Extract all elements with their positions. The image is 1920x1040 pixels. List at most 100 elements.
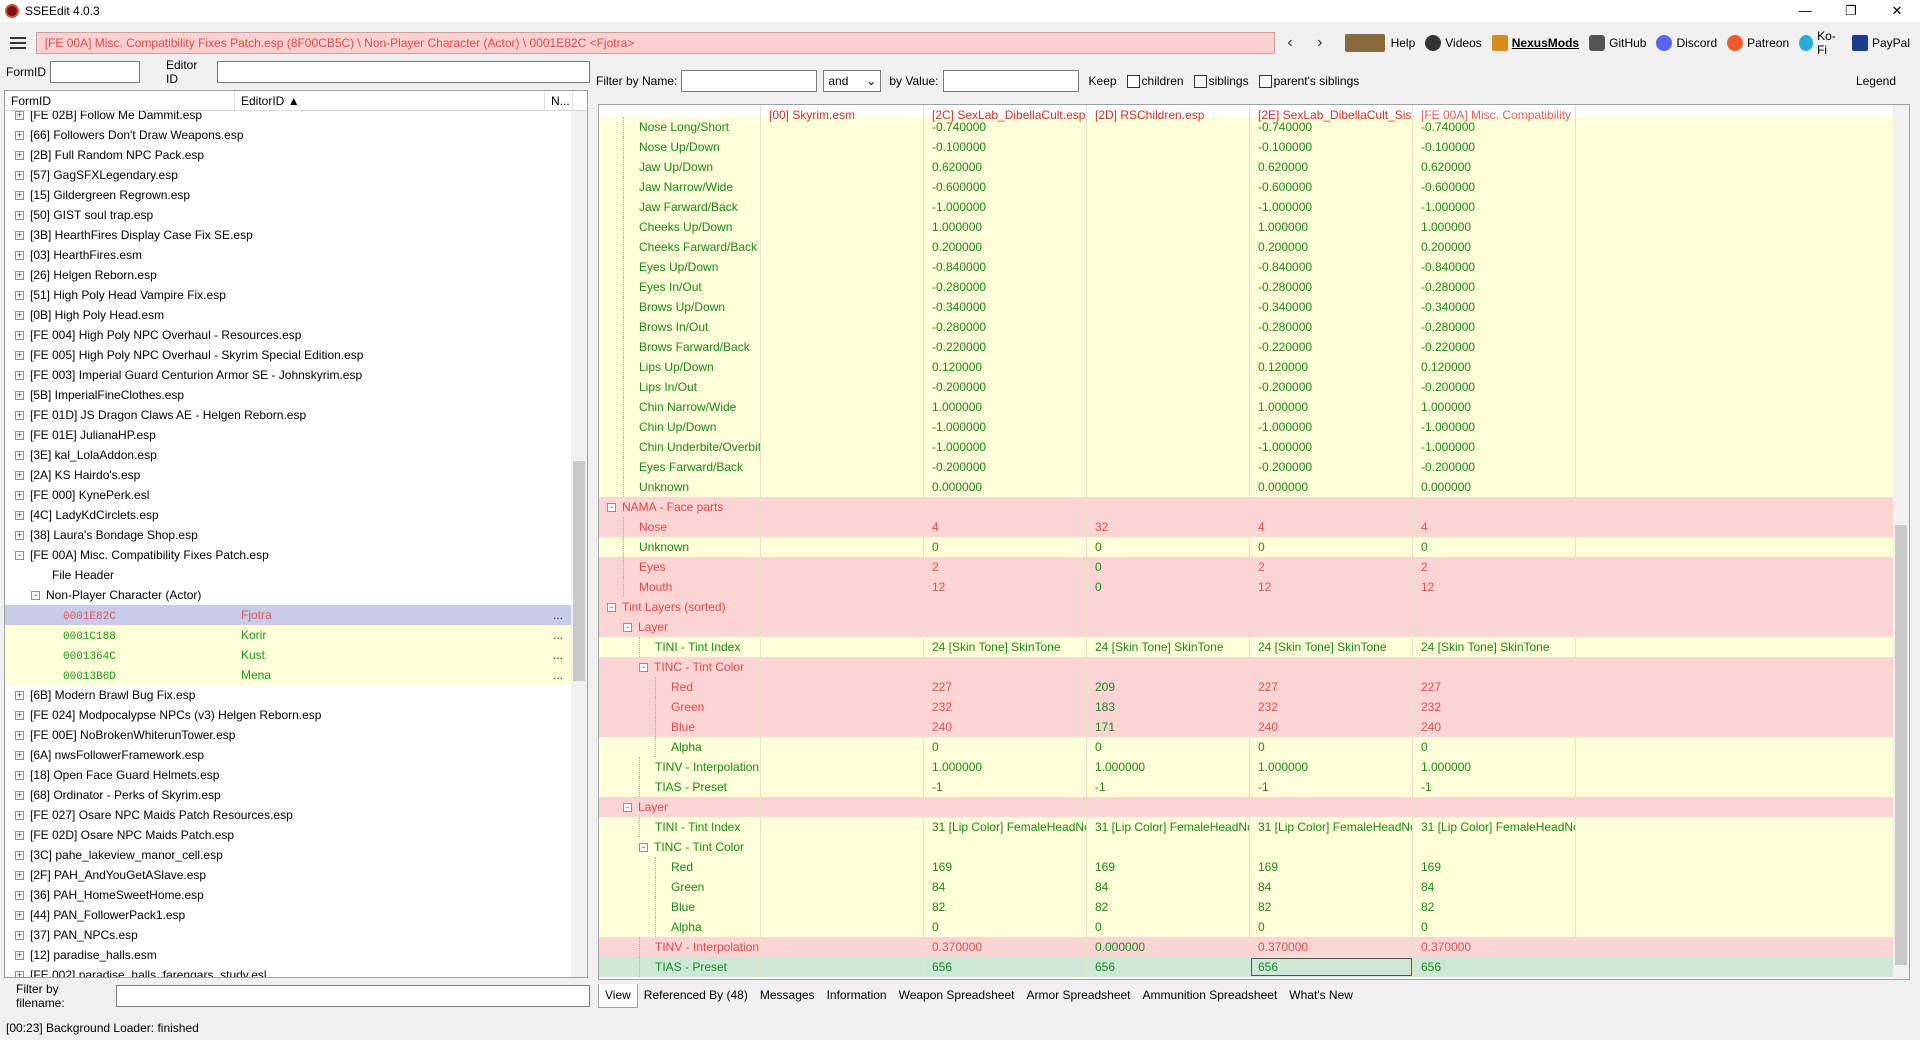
value-cell[interactable]: -0.220000 (1413, 337, 1576, 357)
value-cell[interactable] (1087, 597, 1250, 617)
value-cell[interactable]: 31 [Lip Color] FemaleHeadNord_... (1413, 817, 1576, 837)
grid-row[interactable]: Chin Underbite/Overbite -1.000000 -1.00000… (599, 437, 1909, 457)
value-cell[interactable]: 0.370000 (1413, 937, 1576, 957)
value-cell[interactable] (761, 697, 924, 717)
value-cell[interactable]: 0.000000 (1087, 937, 1250, 957)
tree-row[interactable]: + [50] GIST soul trap.esp (5, 205, 587, 225)
value-cell[interactable]: 0 (924, 537, 1087, 557)
grid-row[interactable]: - Layer (599, 617, 1909, 637)
tree-row[interactable]: + [FE 005] High Poly NPC Overhaul - Skyri… (5, 345, 587, 365)
grid-row[interactable]: Eyes 2 0 2 2 (599, 557, 1909, 577)
grid-row[interactable]: Alpha 0 0 0 0 (599, 737, 1909, 757)
value-cell[interactable] (1087, 357, 1250, 377)
value-cell[interactable]: -0.340000 (1413, 297, 1576, 317)
value-cell[interactable] (924, 497, 1087, 517)
value-cell[interactable]: 2 (1250, 557, 1413, 577)
value-cell[interactable]: -0.600000 (1250, 177, 1413, 197)
expand-icon[interactable]: + (15, 931, 24, 941)
value-cell[interactable]: 0.000000 (924, 477, 1087, 497)
value-cell[interactable]: 169 (924, 857, 1087, 877)
by-value-input[interactable] (942, 70, 1079, 92)
value-cell[interactable]: 656 (1250, 957, 1413, 977)
grid-row[interactable]: Red 169 169 169 169 (599, 857, 1909, 877)
value-cell[interactable] (761, 397, 924, 417)
value-cell[interactable]: 84 (924, 877, 1087, 897)
value-cell[interactable]: -0.200000 (924, 377, 1087, 397)
value-cell[interactable] (761, 137, 924, 157)
grid-row[interactable]: - TINC - Tint Color (599, 837, 1909, 857)
value-cell[interactable] (761, 857, 924, 877)
value-cell[interactable]: 0.120000 (1413, 357, 1576, 377)
tab-what-s-new[interactable]: What's New (1283, 984, 1359, 1008)
tree-row[interactable]: + [03] HearthFires.esm (5, 245, 587, 265)
value-cell[interactable]: -0.280000 (924, 277, 1087, 297)
value-cell[interactable] (1087, 137, 1250, 157)
value-cell[interactable]: 0 (1413, 917, 1576, 937)
grid-row[interactable]: Brows Up/Down -0.340000 -0.340000 -0.340000 (599, 297, 1909, 317)
value-cell[interactable]: -0.280000 (1250, 317, 1413, 337)
value-cell[interactable] (761, 577, 924, 597)
tree-row[interactable]: 00013B6D Mena... (5, 665, 587, 685)
value-cell[interactable]: 240 (1413, 717, 1576, 737)
collapse-icon[interactable]: - (639, 663, 648, 673)
videos-link[interactable]: Videos (1425, 35, 1482, 51)
tree-row[interactable]: + [2B] Full Random NPC Pack.esp (5, 145, 587, 165)
collapse-icon[interactable]: - (607, 503, 616, 513)
value-cell[interactable] (1413, 797, 1576, 817)
tree-row[interactable]: - [FE 00A] Misc. Compatibility Fixes Patc… (5, 545, 587, 565)
value-cell[interactable] (1087, 217, 1250, 237)
value-cell[interactable]: 0 (1087, 917, 1250, 937)
value-cell[interactable]: -1 (1087, 777, 1250, 797)
expand-icon[interactable]: + (15, 231, 24, 241)
value-cell[interactable] (761, 417, 924, 437)
value-cell[interactable]: -1.000000 (1250, 197, 1413, 217)
expand-icon[interactable]: + (15, 411, 24, 421)
tree-row[interactable]: + [3E] kal_LolaAddon.esp (5, 445, 587, 465)
value-cell[interactable]: 232 (924, 697, 1087, 717)
value-cell[interactable]: 24 [Skin Tone] SkinTone (924, 637, 1087, 657)
value-cell[interactable] (761, 777, 924, 797)
grid-row[interactable]: Eyes Farward/Back -0.200000 -0.200000 -0.20… (599, 457, 1909, 477)
grid-row[interactable]: - TINC - Tint Color (599, 657, 1909, 677)
forward-arrow-icon[interactable]: › (1305, 34, 1335, 52)
paypal-link[interactable]: PayPal (1851, 35, 1910, 51)
value-cell[interactable]: 656 (1413, 957, 1576, 977)
grid-scrollbar[interactable] (1893, 105, 1909, 979)
value-cell[interactable]: 1.000000 (924, 757, 1087, 777)
tab-view[interactable]: View (598, 984, 638, 1008)
value-cell[interactable]: 82 (1413, 897, 1576, 917)
value-cell[interactable]: -0.600000 (1413, 177, 1576, 197)
value-cell[interactable] (761, 317, 924, 337)
expand-icon[interactable]: + (15, 531, 24, 541)
grid-row[interactable]: - NAMA - Face parts (599, 497, 1909, 517)
value-cell[interactable]: 0.200000 (1413, 237, 1576, 257)
minimize-button[interactable]: — (1782, 0, 1828, 22)
value-cell[interactable] (1087, 437, 1250, 457)
value-cell[interactable] (1250, 797, 1413, 817)
value-cell[interactable]: 12 (924, 577, 1087, 597)
value-cell[interactable] (1087, 117, 1250, 137)
value-cell[interactable] (761, 897, 924, 917)
value-cell[interactable] (924, 837, 1087, 857)
expand-icon[interactable]: + (15, 711, 24, 721)
value-cell[interactable]: 0.200000 (1250, 237, 1413, 257)
nexusmods-link[interactable]: NexusMods (1491, 35, 1579, 51)
filename-filter-input[interactable] (116, 985, 590, 1007)
tree-row[interactable]: + [4C] LadyKdCirclets.esp (5, 505, 587, 525)
value-cell[interactable] (1087, 457, 1250, 477)
expand-icon[interactable]: + (15, 171, 24, 181)
col-n[interactable]: N... (545, 91, 573, 110)
value-cell[interactable] (1087, 377, 1250, 397)
expand-icon[interactable]: + (15, 811, 24, 821)
value-cell[interactable]: -0.200000 (1413, 377, 1576, 397)
tree-row[interactable]: 0001E82C Fjotra... (5, 605, 587, 625)
value-cell[interactable]: 2 (1413, 557, 1576, 577)
value-cell[interactable] (761, 637, 924, 657)
back-arrow-icon[interactable]: ‹ (1275, 34, 1305, 52)
value-cell[interactable]: -0.200000 (924, 457, 1087, 477)
value-cell[interactable]: 31 [Lip Color] FemaleHeadNord_... (1250, 817, 1413, 837)
siblings-checkbox[interactable] (1193, 74, 1207, 88)
value-cell[interactable] (761, 197, 924, 217)
expand-icon[interactable]: + (15, 151, 24, 161)
value-cell[interactable]: 0.000000 (1250, 477, 1413, 497)
